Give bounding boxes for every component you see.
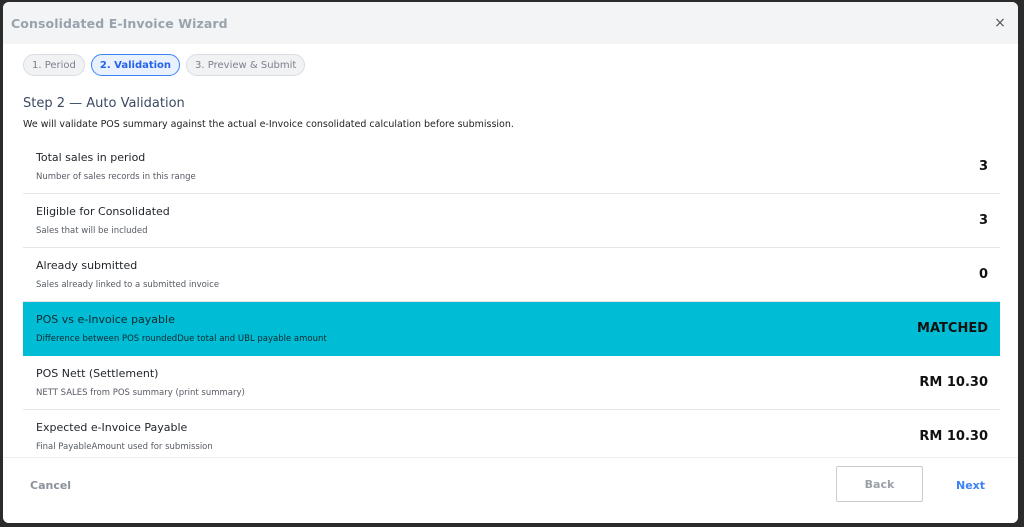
row-value: 3 [978, 213, 988, 228]
next-button[interactable]: Next [956, 479, 985, 492]
row-sublabel: NETT SALES from POS summary (print summa… [36, 388, 245, 398]
row-already-submitted: Already submitted Sales already linked t… [23, 248, 1000, 302]
dialog-title: Consolidated E-Invoice Wizard [11, 15, 228, 31]
row-label: POS Nett (Settlement) [36, 367, 159, 380]
dialog-footer: Cancel Back Next [3, 457, 1018, 523]
wizard-dialog: Consolidated E-Invoice Wizard × 1. Perio… [3, 2, 1018, 523]
dialog-header: Consolidated E-Invoice Wizard × [3, 2, 1018, 44]
section-description: We will validate POS summary against the… [23, 119, 514, 130]
close-icon[interactable]: × [990, 15, 1010, 31]
row-label: Already submitted [36, 259, 138, 272]
row-label: POS vs e-Invoice payable [36, 313, 175, 326]
row-expected-payable: Expected e-Invoice Payable Final Payable… [23, 410, 1000, 464]
validation-list: Total sales in period Number of sales re… [23, 140, 1000, 464]
section-title: Step 2 — Auto Validation [23, 96, 185, 111]
status-badge: MATCHED [917, 321, 988, 336]
row-sublabel: Number of sales records in this range [36, 172, 196, 182]
row-value: 3 [978, 159, 988, 174]
row-label: Total sales in period [36, 151, 146, 164]
row-value: RM 10.30 [919, 429, 988, 444]
row-value: 0 [978, 267, 988, 282]
tab-preview-submit[interactable]: 3. Preview & Submit [186, 54, 306, 76]
row-sublabel: Difference between POS roundedDue total … [36, 334, 327, 344]
row-pos-nett: POS Nett (Settlement) NETT SALES from PO… [23, 356, 1000, 410]
cancel-button[interactable]: Cancel [30, 479, 71, 492]
tab-validation[interactable]: 2. Validation [90, 54, 181, 76]
row-total-sales: Total sales in period Number of sales re… [23, 140, 1000, 194]
row-label: Eligible for Consolidated [36, 205, 170, 218]
row-value: RM 10.30 [919, 375, 988, 390]
row-sublabel: Final PayableAmount used for submission [36, 442, 213, 452]
row-pos-vs-einvoice: POS vs e-Invoice payable Difference betw… [23, 302, 1000, 356]
step-tabs: 1. Period 2. Validation 3. Preview & Sub… [23, 54, 306, 76]
row-label: Expected e-Invoice Payable [36, 421, 188, 434]
tab-period[interactable]: 1. Period [23, 54, 85, 76]
back-button[interactable]: Back [836, 466, 923, 502]
row-eligible: Eligible for Consolidated Sales that wil… [23, 194, 1000, 248]
row-sublabel: Sales that will be included [36, 226, 148, 236]
row-sublabel: Sales already linked to a submitted invo… [36, 280, 220, 290]
